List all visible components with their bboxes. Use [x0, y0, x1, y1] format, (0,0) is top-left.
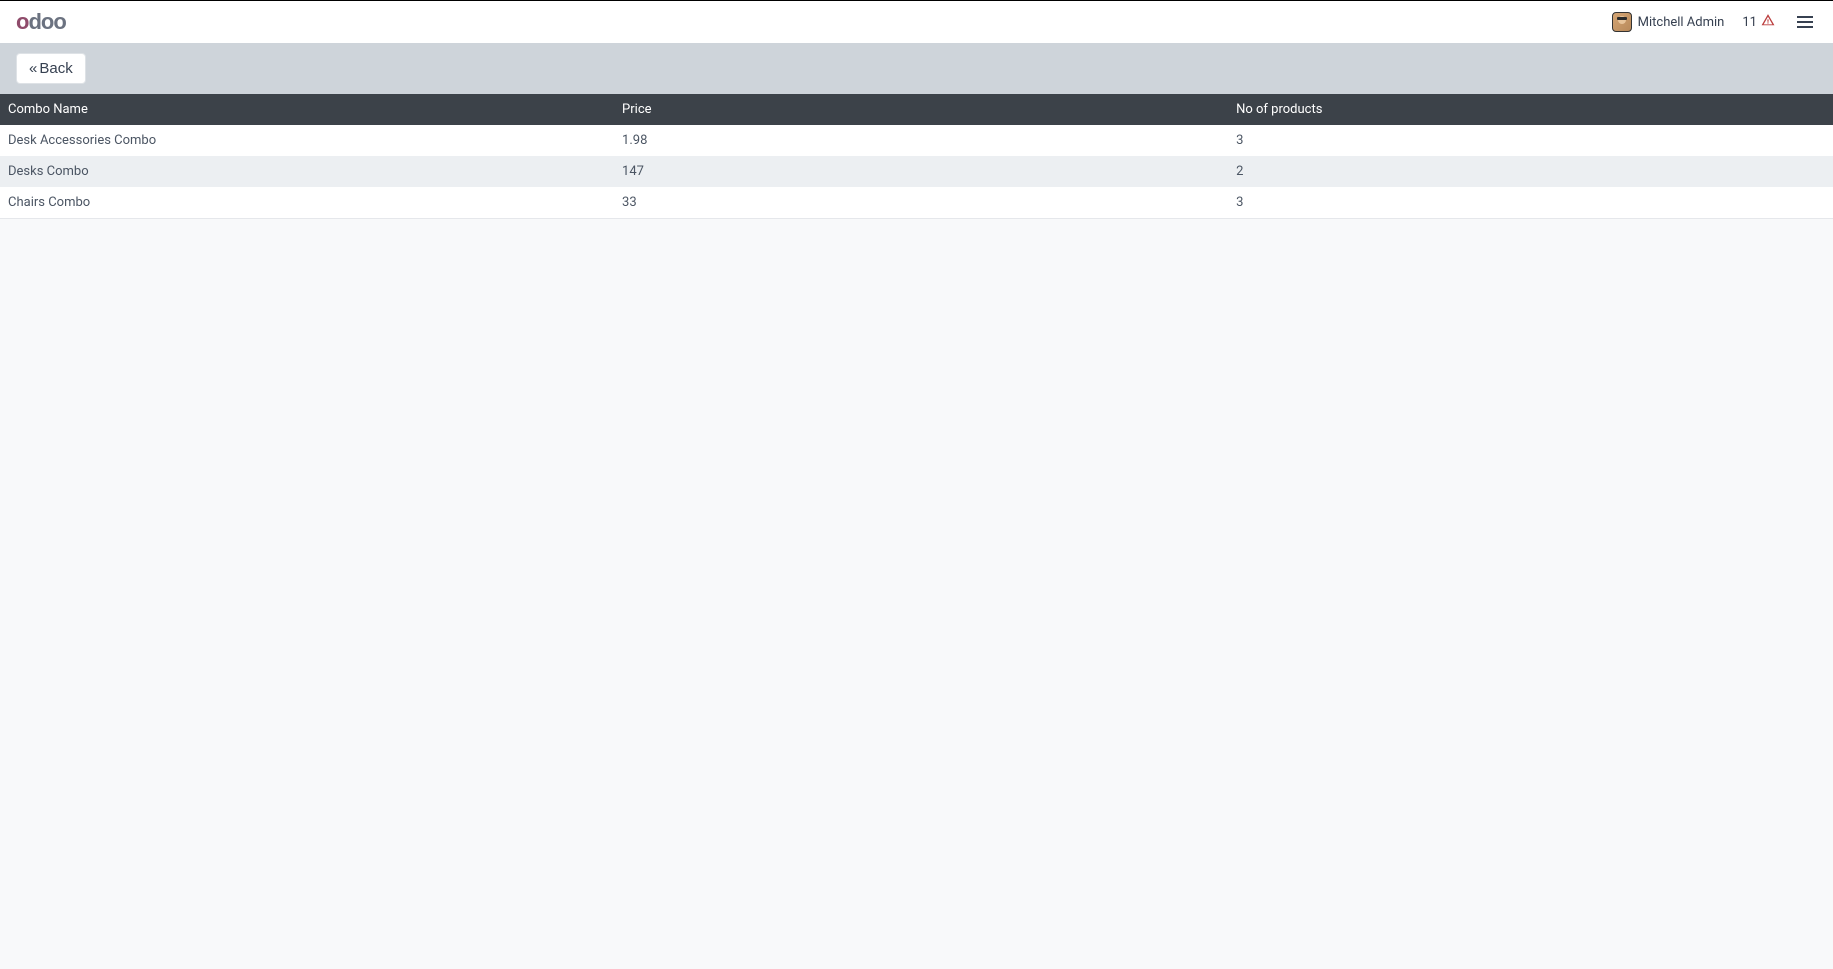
header-right: Mitchell Admin 11	[1612, 12, 1817, 32]
notifications[interactable]: 11	[1742, 13, 1775, 31]
header: odoo Mitchell Admin 11	[0, 1, 1833, 43]
avatar	[1612, 12, 1632, 32]
logo[interactable]: odoo	[16, 9, 66, 35]
column-header-count: No of products	[1228, 94, 1833, 125]
column-header-price: Price	[614, 94, 1228, 125]
cell-count: 2	[1228, 156, 1833, 187]
column-header-name: Combo Name	[0, 94, 614, 125]
hamburger-menu-icon[interactable]	[1793, 12, 1817, 32]
cell-count: 3	[1228, 187, 1833, 218]
warning-icon	[1761, 13, 1775, 31]
cell-price: 1.98	[614, 125, 1228, 156]
chevron-left-icon: «	[29, 60, 37, 77]
cell-price: 147	[614, 156, 1228, 187]
toolbar: « Back	[0, 43, 1833, 94]
table-header: Combo Name Price No of products	[0, 94, 1833, 125]
user-menu[interactable]: Mitchell Admin	[1612, 12, 1725, 32]
back-label: Back	[39, 60, 72, 77]
table-row[interactable]: Chairs Combo 33 3	[0, 187, 1833, 218]
cell-count: 3	[1228, 125, 1833, 156]
back-button[interactable]: « Back	[16, 53, 86, 84]
cell-price: 33	[614, 187, 1228, 218]
user-name: Mitchell Admin	[1638, 15, 1725, 30]
cell-name: Desk Accessories Combo	[0, 125, 614, 156]
notif-count: 11	[1742, 15, 1757, 30]
cell-name: Desks Combo	[0, 156, 614, 187]
table-row[interactable]: Desks Combo 147 2	[0, 156, 1833, 187]
table-row[interactable]: Desk Accessories Combo 1.98 3	[0, 125, 1833, 156]
cell-name: Chairs Combo	[0, 187, 614, 218]
table-body: Desk Accessories Combo 1.98 3 Desks Comb…	[0, 125, 1833, 219]
